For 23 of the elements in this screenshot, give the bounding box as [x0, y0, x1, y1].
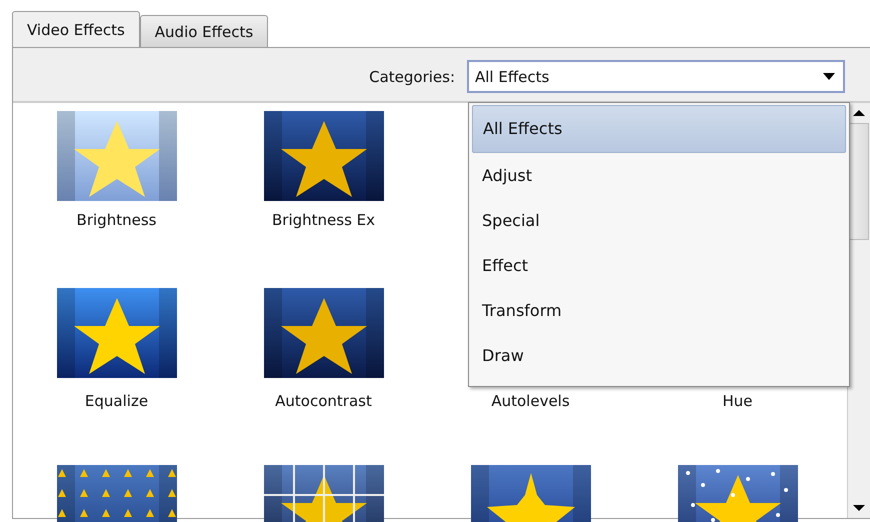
effect-label: Autolevels [491, 392, 570, 410]
effect-label: Autocontrast [275, 392, 372, 410]
tab[interactable]: Video Effects [12, 11, 140, 48]
scroll-thumb[interactable] [849, 123, 869, 240]
category-option[interactable]: Special [472, 198, 846, 243]
effect-thumbnail[interactable] [264, 288, 384, 378]
effect-label: Brightness [76, 211, 156, 229]
category-option[interactable]: Adjust [472, 153, 846, 198]
categories-dropdown[interactable]: All Effects [467, 60, 845, 93]
caret-icon [823, 73, 835, 80]
category-option[interactable]: Effect [472, 243, 846, 288]
effect-label: Brightness Ex [272, 211, 376, 229]
tab[interactable]: Audio Effects [140, 15, 268, 47]
categories-label: Categories: [369, 68, 455, 86]
category-option[interactable]: Draw [472, 333, 846, 378]
effect-thumbnail[interactable] [56, 288, 176, 378]
effect-thumbnail[interactable] [264, 111, 384, 201]
effect-label: Equalize [84, 392, 148, 410]
effect-thumbnail[interactable] [56, 111, 176, 201]
category-option[interactable]: All Effects [472, 105, 846, 153]
category-option[interactable]: Transform [472, 288, 846, 333]
effect-label: Hue [722, 392, 752, 410]
scrollbar[interactable] [847, 103, 870, 518]
